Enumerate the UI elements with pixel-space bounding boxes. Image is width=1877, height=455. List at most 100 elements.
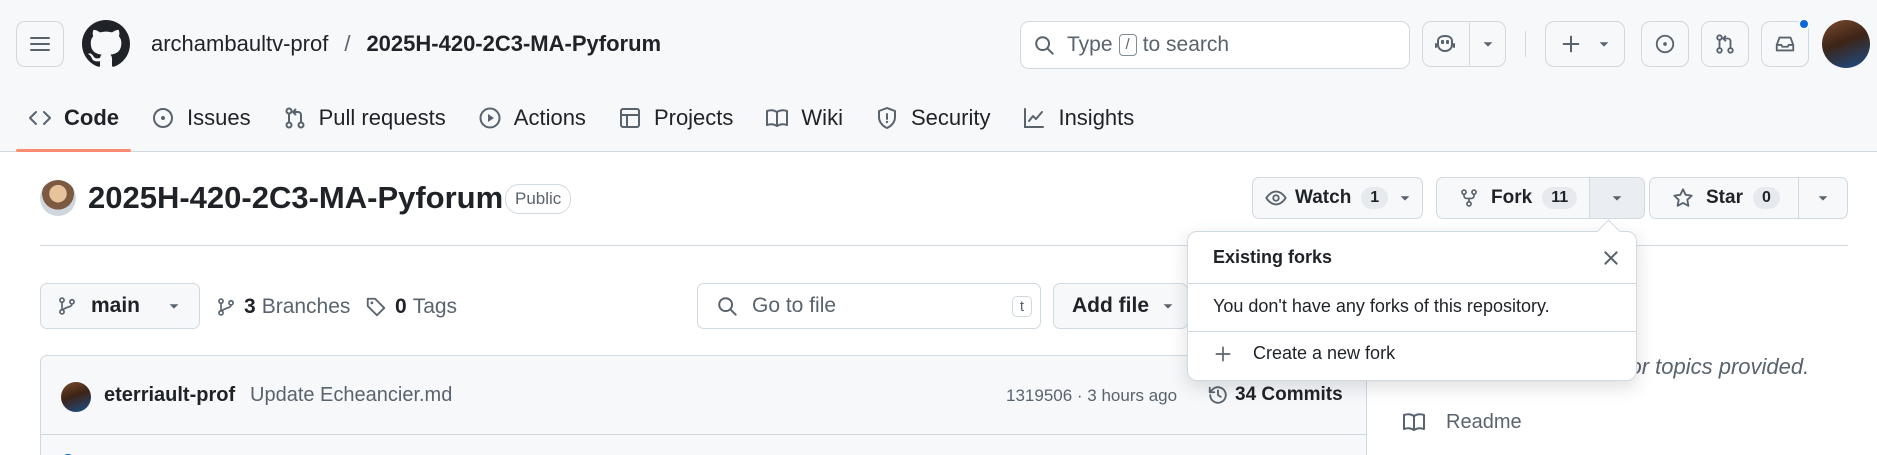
branch-icon — [57, 296, 77, 316]
existing-forks-popover: Existing forks You don't have any forks … — [1187, 231, 1637, 381]
watch-button[interactable]: Watch 1 — [1252, 177, 1423, 219]
chevron-down-icon[interactable] — [1481, 37, 1495, 51]
breadcrumb-repo[interactable]: 2025H-420-2C3-MA-Pyforum — [366, 31, 661, 57]
chevron-down-icon — [1161, 299, 1175, 313]
star-count: 0 — [1752, 187, 1780, 209]
shield-icon — [875, 106, 911, 130]
tab-pull-requests[interactable]: Pull requests — [271, 94, 458, 142]
chevron-down-icon — [1610, 191, 1624, 205]
fork-count: 11 — [1542, 187, 1578, 209]
divider — [1188, 331, 1636, 332]
add-file-label: Add file — [1072, 294, 1149, 317]
branches-link[interactable]: 3 Branches — [216, 295, 350, 319]
repo-owner-avatar[interactable] — [40, 180, 76, 216]
breadcrumb-separator: / — [344, 31, 351, 56]
tab-label: Projects — [653, 105, 734, 130]
tags-link[interactable]: 0 Tags — [365, 295, 457, 319]
tab-insights[interactable]: Insights — [1010, 94, 1146, 142]
hamburger-icon — [28, 32, 52, 56]
file-list: eterriault-prof Update Echeancier.md 131… — [40, 355, 1367, 455]
commit-author-avatar[interactable] — [61, 382, 91, 412]
star-dropdown-button[interactable] — [1798, 177, 1848, 219]
tab-wiki[interactable]: Wiki — [753, 94, 855, 142]
table-icon — [618, 106, 654, 130]
fork-dropdown-button[interactable] — [1589, 177, 1645, 219]
tab-label: Insights — [1058, 105, 1135, 130]
github-logo-icon[interactable] — [82, 20, 130, 68]
watch-count: 1 — [1361, 187, 1389, 209]
repo-title[interactable]: 2025H-420-2C3-MA-Pyforum — [88, 180, 503, 216]
fork-label: Fork — [1491, 187, 1533, 208]
chevron-down-icon — [1597, 37, 1611, 51]
create-new-fork-label: Create a new fork — [1253, 343, 1396, 363]
fork-icon — [1459, 188, 1479, 208]
graph-icon — [1022, 106, 1058, 130]
chevron-down-icon — [1816, 191, 1830, 205]
user-avatar[interactable] — [1822, 20, 1870, 68]
tab-issues[interactable]: Issues — [139, 94, 263, 142]
breadcrumb-owner[interactable]: archambaultv-prof — [151, 31, 328, 57]
readme-label: Readme — [1446, 410, 1522, 433]
tab-code[interactable]: Code — [16, 94, 131, 152]
plus-icon — [1560, 33, 1582, 55]
go-to-file-placeholder: Go to file — [752, 294, 837, 317]
search-icon — [716, 295, 738, 317]
popover-title: Existing forks — [1213, 247, 1333, 267]
your-pull-requests-button[interactable] — [1701, 21, 1749, 67]
tab-label: Wiki — [801, 105, 843, 130]
visibility-badge: Public — [505, 184, 572, 214]
copilot-button-group — [1422, 21, 1506, 67]
go-to-file-input[interactable]: Go to file t — [697, 283, 1041, 329]
pull-request-icon — [1714, 33, 1736, 55]
go-to-file-shortcut: t — [1011, 295, 1032, 317]
search-input[interactable]: Type / to search — [1020, 21, 1410, 69]
history-icon — [1207, 384, 1235, 406]
tab-label: Issues — [187, 105, 251, 130]
readme-link[interactable]: Readme — [1402, 410, 1522, 434]
book-icon — [1402, 410, 1446, 434]
branches-label: Branches — [261, 295, 351, 318]
chevron-down-icon — [1398, 191, 1412, 205]
tag-icon — [365, 296, 387, 318]
tab-label: Code — [64, 105, 119, 130]
issue-icon — [1654, 33, 1676, 55]
tab-projects[interactable]: Projects — [606, 94, 745, 142]
your-issues-button[interactable] — [1641, 21, 1689, 67]
no-forks-message: You don't have any forks of this reposit… — [1213, 296, 1550, 316]
add-file-button[interactable]: Add file — [1053, 283, 1188, 329]
branch-icon — [216, 297, 236, 317]
star-button[interactable]: Star 0 — [1649, 177, 1799, 219]
tab-label: Actions — [513, 105, 586, 130]
commit-message[interactable]: Update Echeancier.md — [250, 384, 452, 407]
create-new-fork-button[interactable]: Create a new fork — [1213, 343, 1395, 364]
branch-selector[interactable]: main — [40, 283, 200, 329]
commit-author[interactable]: eterriault-prof — [104, 384, 235, 407]
search-placeholder-suffix: to search — [1142, 33, 1230, 56]
global-header: archambaultv-prof / 2025H-420-2C3-MA-Pyf… — [0, 0, 1877, 152]
fork-button[interactable]: Fork 11 — [1436, 177, 1590, 219]
commit-sha-time[interactable]: 1319506 · 3 hours ago — [1006, 386, 1177, 406]
copilot-icon[interactable] — [1433, 32, 1457, 56]
play-icon — [478, 106, 514, 130]
inbox-icon — [1774, 33, 1796, 55]
close-icon[interactable] — [1598, 245, 1624, 271]
tags-count: 0 — [395, 295, 407, 318]
create-new-button[interactable] — [1545, 21, 1625, 67]
commits-history-link[interactable]: 34 Commits — [1207, 384, 1343, 406]
header-divider — [1525, 31, 1526, 57]
chevron-down-icon — [167, 299, 181, 313]
commits-count: 34 Commits — [1235, 384, 1343, 405]
search-placeholder-prefix: Type — [1067, 33, 1113, 56]
book-icon — [765, 106, 801, 130]
watch-label: Watch — [1295, 187, 1352, 208]
tab-label: Security — [910, 105, 991, 130]
search-icon — [1033, 34, 1055, 56]
divider — [1468, 22, 1470, 66]
issue-icon — [151, 106, 187, 130]
star-label: Star — [1706, 187, 1743, 208]
tab-actions[interactable]: Actions — [466, 94, 598, 142]
tab-security[interactable]: Security — [863, 94, 1002, 142]
star-icon — [1672, 187, 1694, 209]
tags-label: Tags — [412, 295, 458, 318]
menu-button[interactable] — [16, 21, 64, 67]
